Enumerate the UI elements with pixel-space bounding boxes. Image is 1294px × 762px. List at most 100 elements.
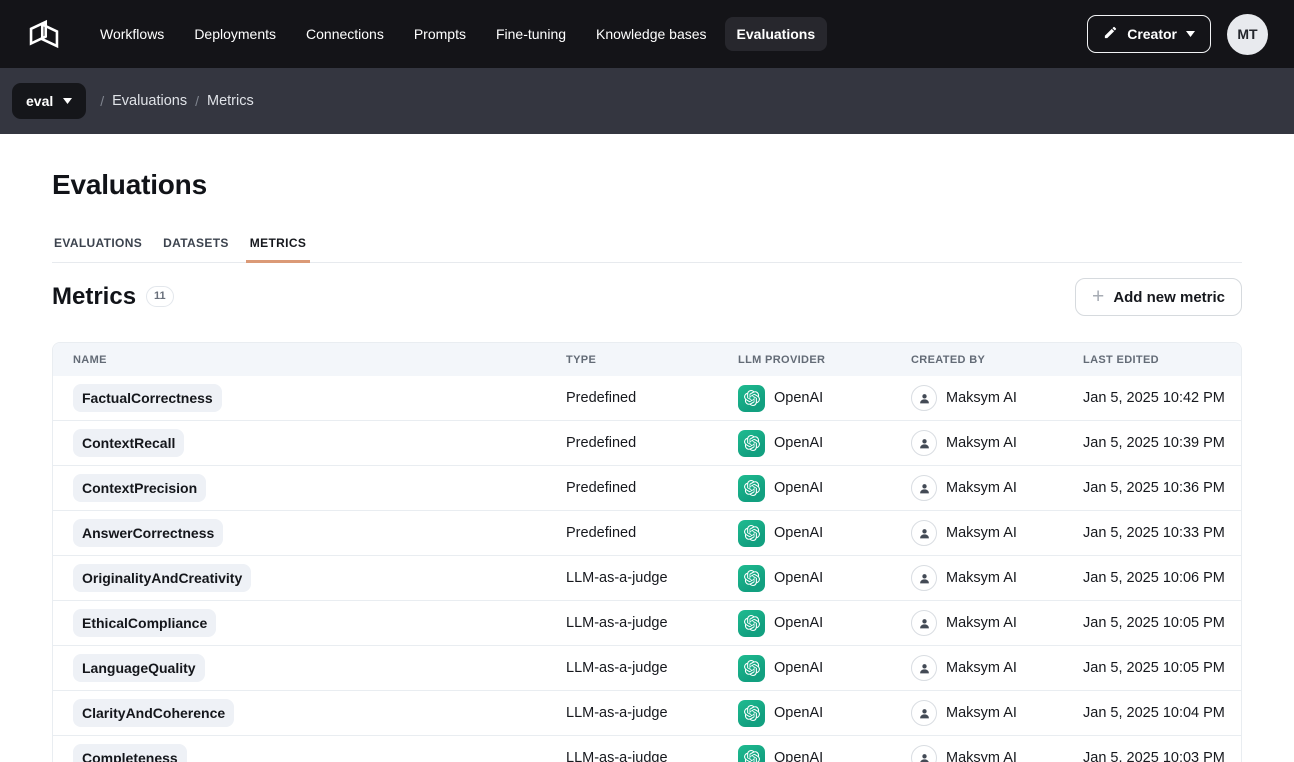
created-by-cell: Maksym AI xyxy=(911,700,1083,726)
creator-label: Creator xyxy=(1127,26,1177,42)
section-title: Metrics xyxy=(52,283,136,311)
metric-type: LLM-as-a-judge xyxy=(566,660,738,676)
created-by-cell: Maksym AI xyxy=(911,610,1083,636)
person-icon xyxy=(911,475,937,501)
column-header-type: TYPE xyxy=(566,354,738,366)
metric-name-chip[interactable]: ContextPrecision xyxy=(73,474,206,502)
metric-type: Predefined xyxy=(566,525,738,541)
page-tabs: EVALUATIONS DATASETS METRICS xyxy=(52,232,1242,263)
person-icon xyxy=(911,700,937,726)
nav-item-evaluations[interactable]: Evaluations xyxy=(725,17,828,51)
table-row[interactable]: OriginalityAndCreativity LLM-as-a-judge … xyxy=(53,556,1241,601)
column-header-created-by: CREATED BY xyxy=(911,354,1083,366)
provider-name: OpenAI xyxy=(774,750,823,762)
chevron-down-icon xyxy=(1186,31,1195,37)
openai-icon xyxy=(738,745,765,762)
openai-icon xyxy=(738,430,765,457)
nav-item-deployments[interactable]: Deployments xyxy=(182,17,288,51)
table-row[interactable]: FactualCorrectness Predefined OpenAI Mak… xyxy=(53,376,1241,421)
last-edited-cell: Jan 5, 2025 10:33 PM xyxy=(1083,525,1241,541)
plus-icon: + xyxy=(1092,286,1104,307)
column-header-last-edited: LAST EDITED xyxy=(1083,354,1241,366)
metric-type: Predefined xyxy=(566,480,738,496)
creator-name: Maksym AI xyxy=(946,435,1017,451)
llm-provider-cell: OpenAI xyxy=(738,700,911,727)
table-body: FactualCorrectness Predefined OpenAI Mak… xyxy=(53,376,1241,762)
add-button-label: Add new metric xyxy=(1113,289,1225,306)
metric-name-chip[interactable]: Completeness xyxy=(73,744,187,762)
person-icon xyxy=(911,655,937,681)
table-row[interactable]: EthicalCompliance LLM-as-a-judge OpenAI … xyxy=(53,601,1241,646)
breadcrumb-item-metrics[interactable]: Metrics xyxy=(207,93,254,109)
metric-name-chip[interactable]: ClarityAndCoherence xyxy=(73,699,234,727)
top-navigation-bar: Workflows Deployments Connections Prompt… xyxy=(0,0,1294,68)
created-by-cell: Maksym AI xyxy=(911,655,1083,681)
metric-name-chip[interactable]: LanguageQuality xyxy=(73,654,205,682)
creator-name: Maksym AI xyxy=(946,480,1017,496)
person-icon xyxy=(911,565,937,591)
tab-metrics[interactable]: METRICS xyxy=(248,232,308,262)
last-edited-cell: Jan 5, 2025 10:42 PM xyxy=(1083,390,1241,406)
metric-name-chip[interactable]: OriginalityAndCreativity xyxy=(73,564,251,592)
project-name: eval xyxy=(26,93,53,109)
app-logo-icon[interactable] xyxy=(24,14,64,54)
last-edited-cell: Jan 5, 2025 10:03 PM xyxy=(1083,750,1241,762)
creator-name: Maksym AI xyxy=(946,705,1017,721)
table-row[interactable]: Completeness LLM-as-a-judge OpenAI Maksy… xyxy=(53,736,1241,762)
llm-provider-cell: OpenAI xyxy=(738,475,911,502)
main-nav: Workflows Deployments Connections Prompt… xyxy=(88,17,1087,51)
column-header-name: NAME xyxy=(73,354,566,366)
tab-evaluations[interactable]: EVALUATIONS xyxy=(52,232,144,262)
created-by-cell: Maksym AI xyxy=(911,520,1083,546)
creator-name: Maksym AI xyxy=(946,390,1017,406)
add-new-metric-button[interactable]: + Add new metric xyxy=(1075,278,1242,316)
table-row[interactable]: AnswerCorrectness Predefined OpenAI Maks… xyxy=(53,511,1241,556)
nav-item-prompts[interactable]: Prompts xyxy=(402,17,478,51)
last-edited-cell: Jan 5, 2025 10:39 PM xyxy=(1083,435,1241,451)
nav-item-fine-tuning[interactable]: Fine-tuning xyxy=(484,17,578,51)
nav-item-connections[interactable]: Connections xyxy=(294,17,396,51)
table-row[interactable]: LanguageQuality LLM-as-a-judge OpenAI Ma… xyxy=(53,646,1241,691)
llm-provider-cell: OpenAI xyxy=(738,655,911,682)
tab-datasets[interactable]: DATASETS xyxy=(161,232,231,262)
llm-provider-cell: OpenAI xyxy=(738,430,911,457)
person-icon xyxy=(911,385,937,411)
person-icon xyxy=(911,745,937,762)
main-content: Evaluations EVALUATIONS DATASETS METRICS… xyxy=(0,169,1294,762)
openai-icon xyxy=(738,565,765,592)
breadcrumb-separator: / xyxy=(100,93,104,109)
last-edited-cell: Jan 5, 2025 10:36 PM xyxy=(1083,480,1241,496)
metric-type: LLM-as-a-judge xyxy=(566,705,738,721)
provider-name: OpenAI xyxy=(774,660,823,676)
metrics-table: NAME TYPE LLM PROVIDER CREATED BY LAST E… xyxy=(52,342,1242,762)
llm-provider-cell: OpenAI xyxy=(738,565,911,592)
metric-name-chip[interactable]: EthicalCompliance xyxy=(73,609,216,637)
metric-name-chip[interactable]: FactualCorrectness xyxy=(73,384,222,412)
metric-name-chip[interactable]: AnswerCorrectness xyxy=(73,519,223,547)
project-selector-dropdown[interactable]: eval xyxy=(12,83,86,119)
creator-mode-button[interactable]: Creator xyxy=(1087,15,1211,53)
column-header-llm-provider: LLM PROVIDER xyxy=(738,354,911,366)
nav-item-workflows[interactable]: Workflows xyxy=(88,17,176,51)
created-by-cell: Maksym AI xyxy=(911,565,1083,591)
llm-provider-cell: OpenAI xyxy=(738,610,911,637)
user-avatar[interactable]: MT xyxy=(1227,14,1268,55)
provider-name: OpenAI xyxy=(774,570,823,586)
table-row[interactable]: ContextRecall Predefined OpenAI Maksym A… xyxy=(53,421,1241,466)
breadcrumb-item-evaluations[interactable]: Evaluations xyxy=(112,93,187,109)
last-edited-cell: Jan 5, 2025 10:05 PM xyxy=(1083,615,1241,631)
page-title: Evaluations xyxy=(52,169,1242,201)
table-header-row: NAME TYPE LLM PROVIDER CREATED BY LAST E… xyxy=(53,343,1241,376)
nav-item-knowledge-bases[interactable]: Knowledge bases xyxy=(584,17,719,51)
created-by-cell: Maksym AI xyxy=(911,385,1083,411)
metric-type: LLM-as-a-judge xyxy=(566,615,738,631)
metric-name-chip[interactable]: ContextRecall xyxy=(73,429,184,457)
person-icon xyxy=(911,520,937,546)
provider-name: OpenAI xyxy=(774,480,823,496)
metric-type: Predefined xyxy=(566,435,738,451)
llm-provider-cell: OpenAI xyxy=(738,385,911,412)
breadcrumb-separator: / xyxy=(195,93,199,109)
llm-provider-cell: OpenAI xyxy=(738,745,911,762)
table-row[interactable]: ContextPrecision Predefined OpenAI Maksy… xyxy=(53,466,1241,511)
table-row[interactable]: ClarityAndCoherence LLM-as-a-judge OpenA… xyxy=(53,691,1241,736)
